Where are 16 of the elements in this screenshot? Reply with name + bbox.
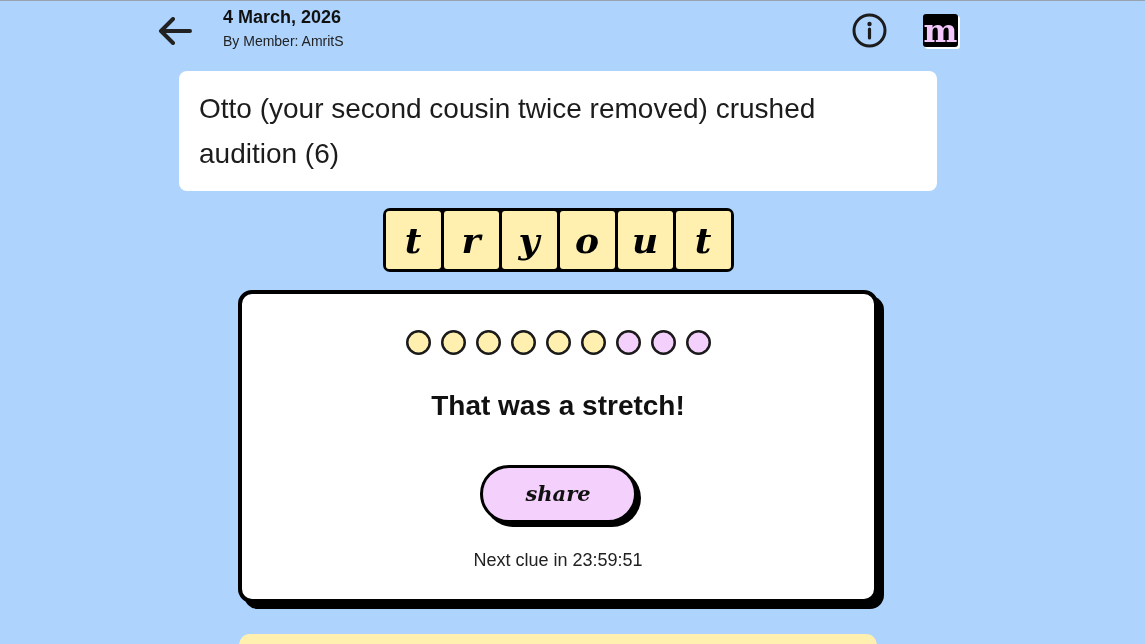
back-button[interactable] <box>158 16 192 45</box>
author-byline: By Member: AmritS <box>223 32 344 51</box>
puzzle-date: 4 March, 2026 <box>223 6 343 28</box>
letter-tile: y <box>501 211 557 269</box>
info-icon <box>852 13 887 48</box>
back-arrow-icon <box>158 16 192 45</box>
countdown-text: Next clue in 23:59:51 <box>473 549 643 572</box>
letter-tile: u <box>617 211 673 269</box>
letter-tile: t <box>675 211 731 269</box>
info-button[interactable] <box>852 13 887 48</box>
clue-text: Otto (your second cousin twice removed) crushed audition (6) <box>199 92 817 171</box>
logo[interactable]: m <box>923 14 958 47</box>
letter-tile: o <box>559 211 615 269</box>
letter-tile: r <box>443 211 499 269</box>
letter-tile: t <box>385 211 441 269</box>
result-message: That was a stretch! <box>431 389 685 423</box>
